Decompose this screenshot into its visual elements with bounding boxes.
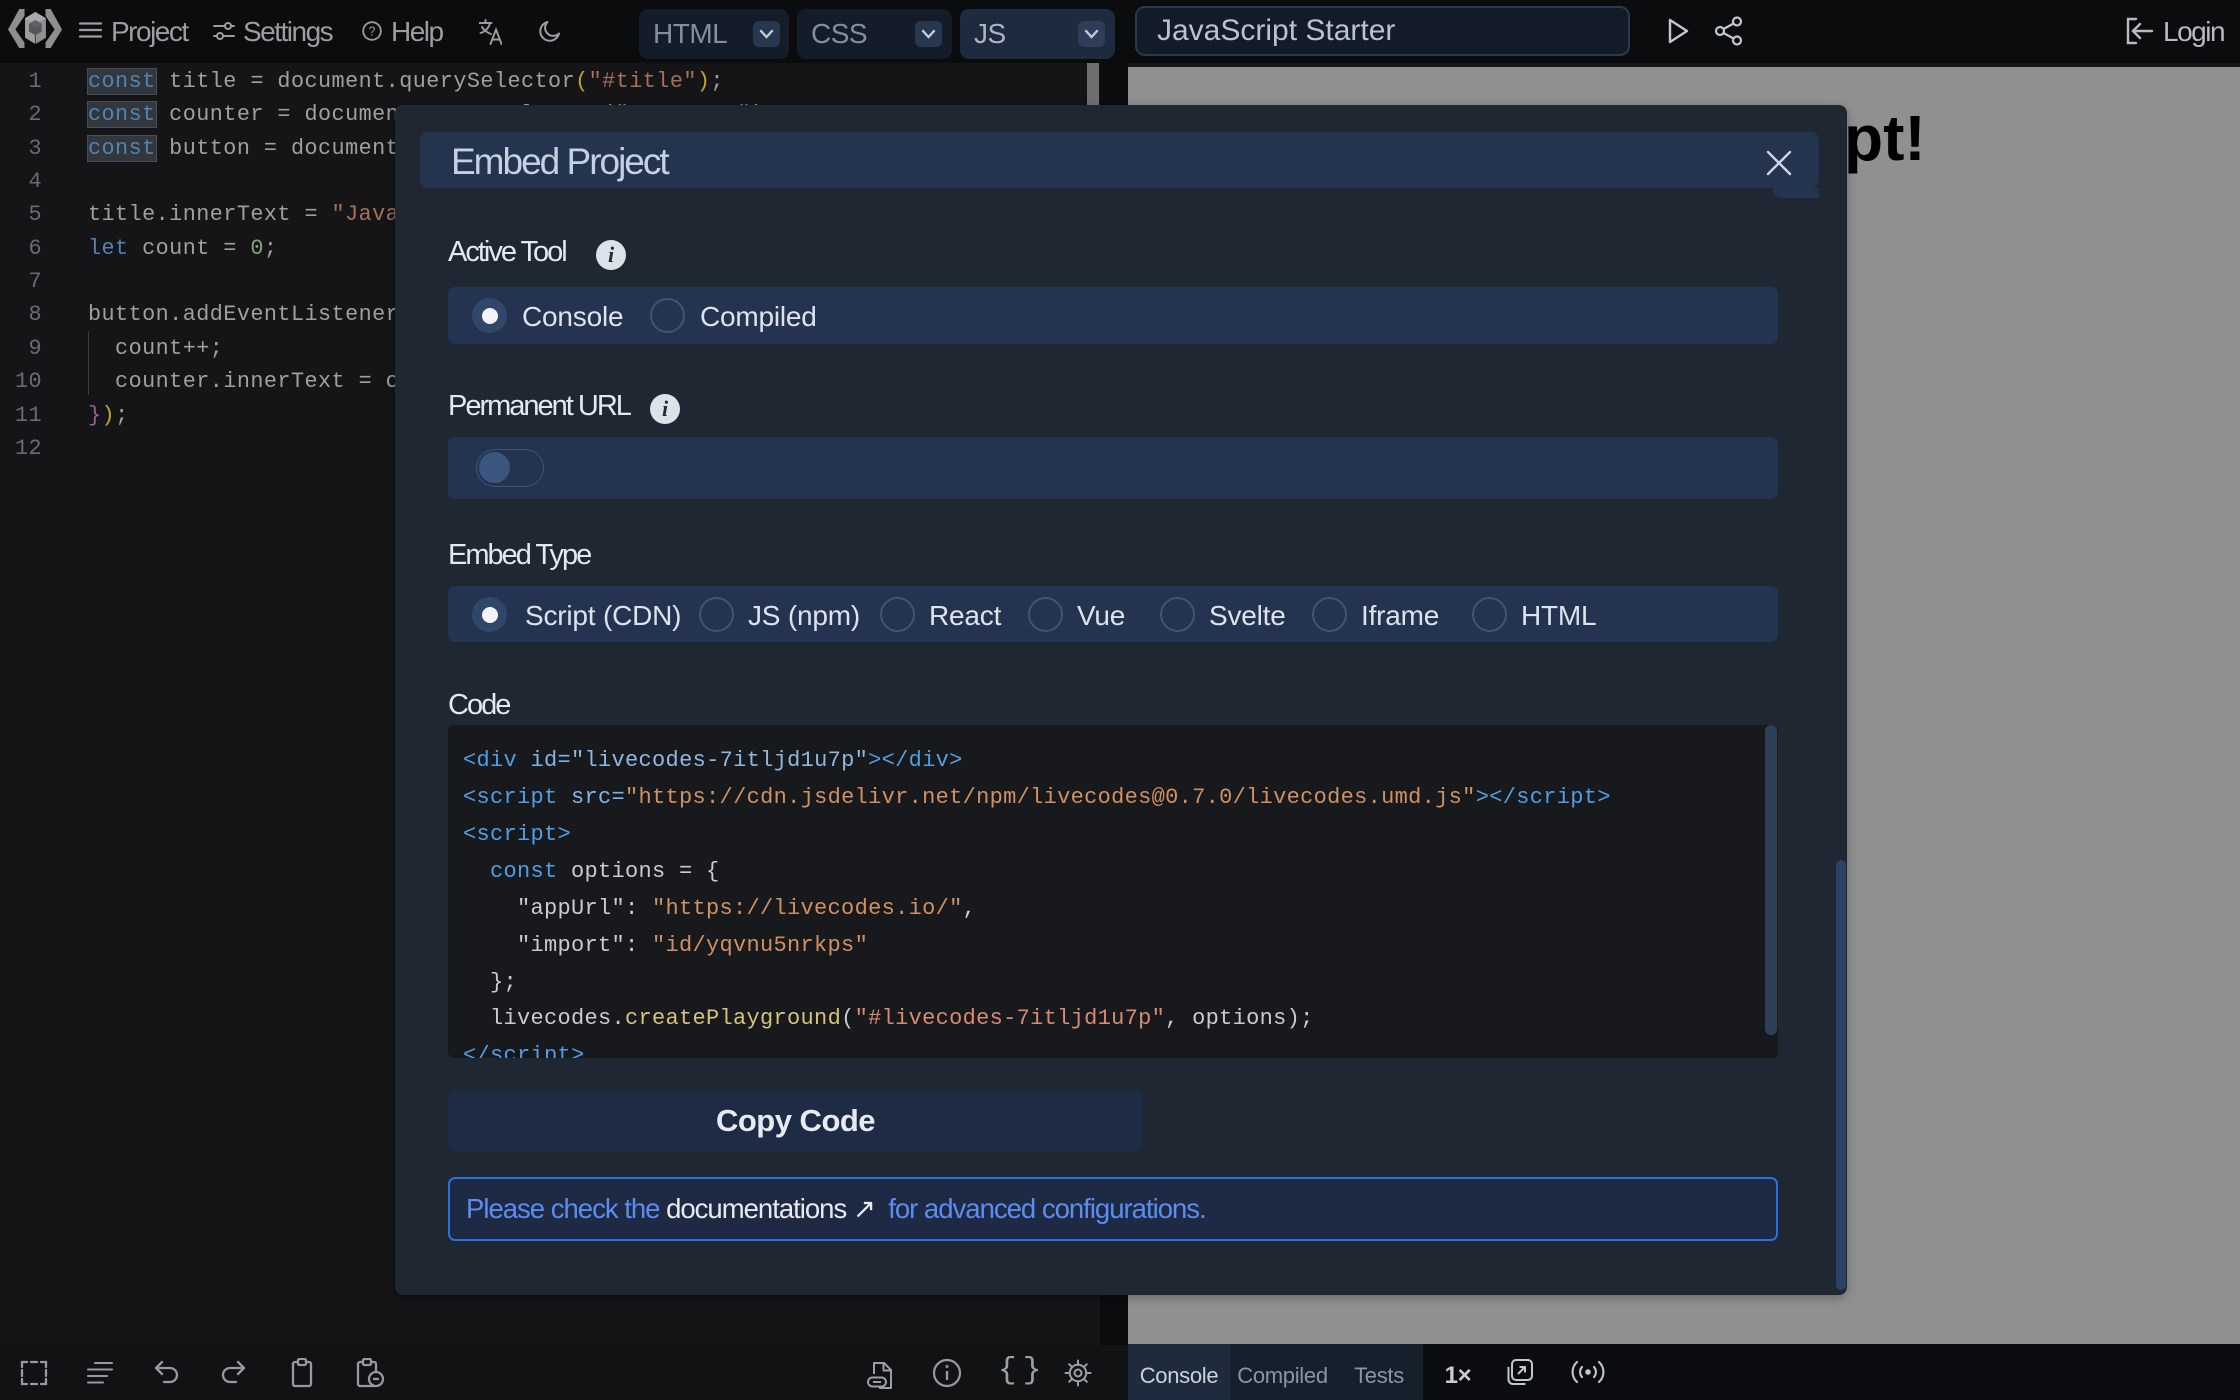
svg-text:?: ? bbox=[369, 25, 376, 39]
